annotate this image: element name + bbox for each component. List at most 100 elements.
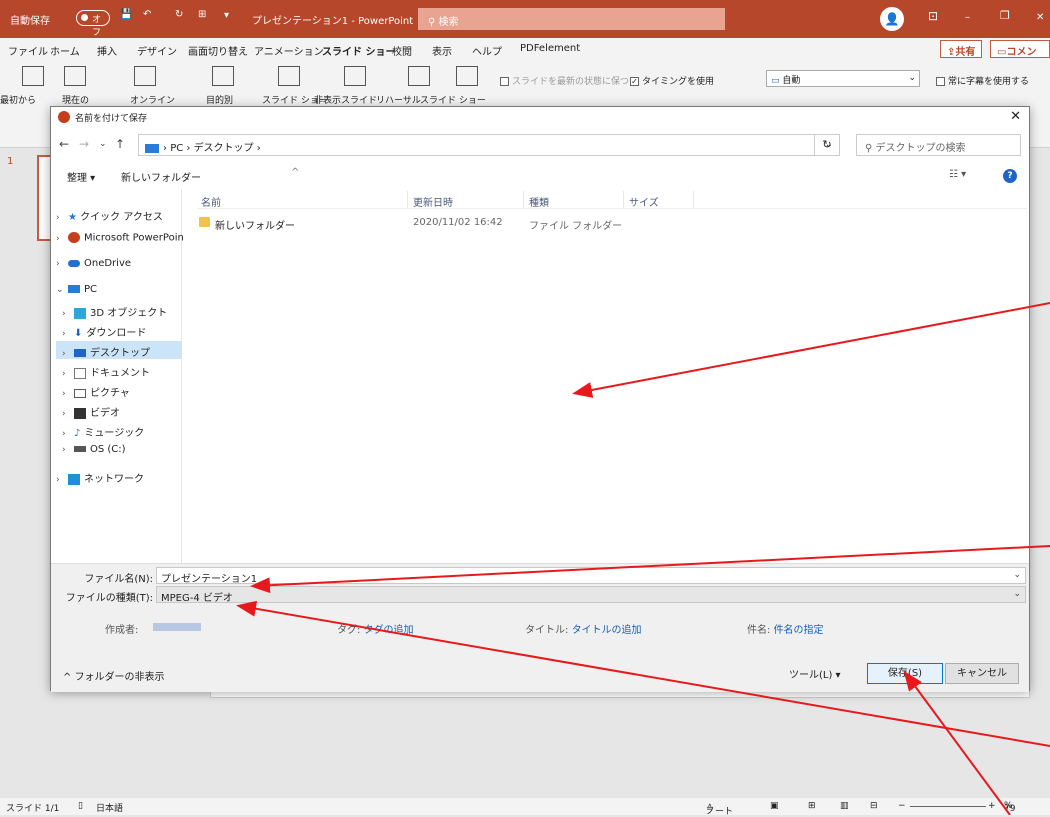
rehearse-icon[interactable] [408, 66, 430, 86]
nav-item-network[interactable]: › ネットワーク [56, 467, 182, 485]
hide-folders-toggle[interactable]: ^ フォルダーの非表示 [63, 668, 165, 683]
nav-item-os-drive[interactable]: › OS (C:) [56, 441, 182, 459]
from-current-label[interactable]: 現在の [62, 93, 89, 106]
profile-avatar[interactable]: 👤 [880, 7, 904, 31]
filetype-select[interactable]: MPEG-4 ビデオ ⌄ [156, 586, 1026, 604]
from-current-icon[interactable] [64, 66, 86, 86]
filename-input[interactable]: プレゼンテーション1 ⌄ [156, 567, 1026, 585]
tab-help[interactable]: ヘルプ [472, 43, 502, 58]
nav-item-downloads[interactable]: › ⬇ ダウンロード [56, 321, 182, 339]
tab-file[interactable]: ファイル [8, 43, 48, 58]
nav-item-documents[interactable]: › ドキュメント [56, 361, 182, 379]
zoom-in-icon[interactable]: + [988, 801, 996, 811]
column-type[interactable]: 種類 [529, 194, 549, 209]
breadcrumb-desktop[interactable]: デスクトップ [194, 143, 254, 154]
online-present-icon[interactable] [134, 66, 156, 86]
tab-pdfelement[interactable]: PDFelement [520, 43, 580, 54]
view-options-icon[interactable]: ☷ ▾ [949, 169, 966, 180]
breadcrumb-pc[interactable]: PC [170, 143, 183, 154]
tab-home[interactable]: ホーム [50, 43, 80, 58]
help-icon[interactable]: ? [1003, 169, 1017, 183]
monitor-select[interactable]: ▭ 自動 ⌄ [766, 70, 920, 87]
share-button[interactable]: ⇪共有 [940, 40, 983, 58]
column-divider[interactable] [523, 191, 524, 209]
nav-item-quick-access[interactable]: › ★ クイック アクセス [56, 205, 182, 223]
author-value-redacted[interactable] [153, 623, 201, 631]
forward-arrow-icon[interactable]: → [79, 137, 89, 151]
title-field[interactable]: タイトル: タイトルの追加 [525, 621, 642, 636]
minimize-icon[interactable]: – [965, 12, 970, 23]
column-name[interactable]: 名前 [201, 194, 221, 209]
use-timings-checkbox[interactable]: ✓ タイミングを使用 [630, 74, 714, 87]
always-subtitles-checkbox[interactable]: 常に字幕を使用する [936, 74, 1029, 87]
normal-view-icon[interactable]: ▣ [770, 801, 779, 811]
nav-item-3d-objects[interactable]: › 3D オブジェクト [56, 301, 182, 319]
record-show-label[interactable]: スライド ショー [420, 93, 486, 106]
chevron-down-icon[interactable]: ⌄ [1013, 570, 1021, 580]
restore-icon[interactable]: ❐ [1000, 9, 1010, 22]
record-show-icon[interactable] [456, 66, 478, 86]
zoom-out-icon[interactable]: − [898, 801, 906, 811]
zoom-slider[interactable] [910, 806, 986, 807]
custom-show-label[interactable]: 目的別 [206, 93, 233, 106]
hide-slide-icon[interactable] [344, 66, 366, 86]
slideshow-view-icon[interactable]: ⊟ [870, 801, 878, 811]
tools-menu[interactable]: ツール(L) ▾ [789, 666, 841, 681]
column-date[interactable]: 更新日時 [413, 194, 453, 209]
accessibility-icon[interactable]: ▯ [78, 801, 83, 811]
autosave-toggle[interactable]: オフ [76, 10, 110, 38]
up-arrow-icon[interactable]: ↑ [115, 137, 125, 151]
title-search-box[interactable]: ⚲ 検索 [418, 8, 725, 30]
address-bar[interactable]: › PC › デスクトップ › ⌄ [138, 134, 840, 156]
hide-slide-label[interactable]: 非表示スライド [314, 93, 377, 106]
dialog-search-box[interactable]: ⚲ デスクトップの検索 [856, 134, 1021, 156]
tab-design[interactable]: デザイン [137, 43, 177, 58]
tab-view[interactable]: 表示 [432, 43, 452, 58]
dialog-close-icon[interactable]: ✕ [1010, 109, 1021, 124]
nav-item-videos[interactable]: › ビデオ [56, 401, 182, 419]
column-size[interactable]: サイズ [629, 194, 659, 209]
dialog-title: 名前を付けて保存 [75, 114, 148, 124]
column-divider[interactable] [623, 191, 624, 209]
new-folder-button[interactable]: 新しいフォルダー [121, 169, 201, 184]
nav-item-powerpoint[interactable]: › Microsoft PowerPoin [56, 229, 184, 247]
recent-locations-icon[interactable]: ⌄ [99, 139, 107, 149]
nav-item-onedrive[interactable]: › OneDrive [56, 255, 182, 273]
keep-updated-checkbox[interactable]: スライドを最新の状態に保つ [500, 74, 629, 87]
tab-review[interactable]: 校閲 [392, 43, 412, 58]
back-arrow-icon[interactable]: ← [59, 137, 69, 151]
nav-item-music[interactable]: › ♪ ミュージック [56, 421, 182, 439]
redo-icon[interactable]: ↻ [175, 9, 183, 20]
custom-show-icon[interactable] [212, 66, 234, 86]
setup-show-icon[interactable] [278, 66, 300, 86]
tags-field[interactable]: タグ: タグの追加 [337, 621, 414, 636]
present-icon[interactable]: ⊞ [198, 9, 206, 20]
rehearse-label[interactable]: リハーサル [376, 93, 421, 106]
nav-item-pc[interactable]: ⌄ PC [56, 281, 182, 299]
undo-icon[interactable]: ↶ [143, 9, 151, 20]
tab-transitions[interactable]: 画面切り替え [188, 43, 248, 58]
column-divider[interactable] [693, 191, 694, 209]
nav-item-desktop[interactable]: › デスクトップ [56, 341, 182, 359]
customize-quick-access-icon[interactable]: ▾ [224, 10, 229, 21]
close-icon[interactable]: ✕ [1036, 12, 1044, 23]
desktop-icon [74, 349, 86, 357]
refresh-icon[interactable]: ↻ [814, 134, 840, 156]
from-beginning-label[interactable]: 最初から [0, 93, 36, 106]
save-button[interactable]: 保存(S) [867, 663, 943, 684]
slide-sorter-icon[interactable]: ⊞ [808, 801, 816, 811]
ribbon-display-icon[interactable]: ⊡ [928, 9, 938, 23]
cancel-button[interactable]: キャンセル [945, 663, 1019, 684]
save-icon[interactable]: 💾 [120, 9, 132, 20]
tab-animations[interactable]: アニメーション [254, 43, 324, 58]
comment-button[interactable]: ▭コメント [990, 40, 1050, 73]
online-present-label[interactable]: オンライン [130, 93, 175, 106]
reading-view-icon[interactable]: ▥ [840, 801, 849, 811]
nav-item-pictures[interactable]: › ピクチャ [56, 381, 182, 399]
subject-field[interactable]: 件名: 件名の指定 [747, 621, 824, 636]
column-divider[interactable] [407, 191, 408, 209]
file-row[interactable]: 新しいフォルダー 2020/11/02 16:42 ファイル フォルダー [197, 213, 657, 233]
organize-button[interactable]: 整理 ▾ [67, 169, 95, 184]
tab-insert[interactable]: 挿入 [97, 43, 117, 58]
from-beginning-icon[interactable] [22, 66, 44, 86]
